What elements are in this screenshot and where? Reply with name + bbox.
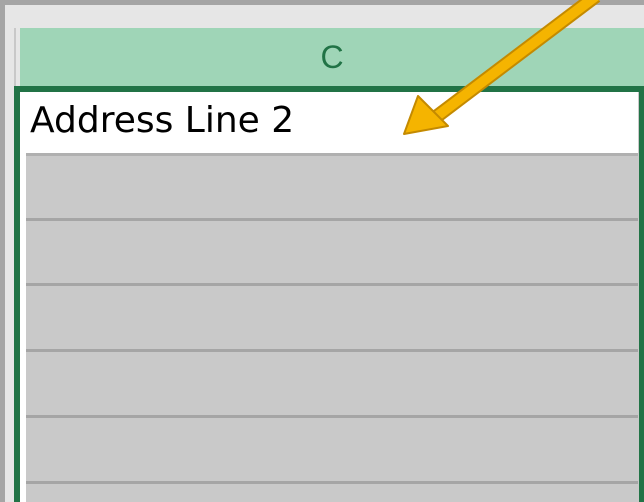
column-header-label: C	[320, 38, 344, 75]
cell-c4[interactable]	[26, 290, 638, 352]
cell-c1[interactable]: Address Line 2	[26, 92, 638, 156]
selection-border-right	[639, 86, 644, 502]
cell-c2[interactable]	[26, 159, 638, 221]
cell-c3[interactable]	[26, 224, 638, 286]
column-header-c[interactable]: C	[20, 28, 644, 86]
cell-c5[interactable]	[26, 356, 638, 418]
cell-c1-value: Address Line 2	[30, 100, 295, 141]
cell-c6[interactable]	[26, 422, 638, 484]
